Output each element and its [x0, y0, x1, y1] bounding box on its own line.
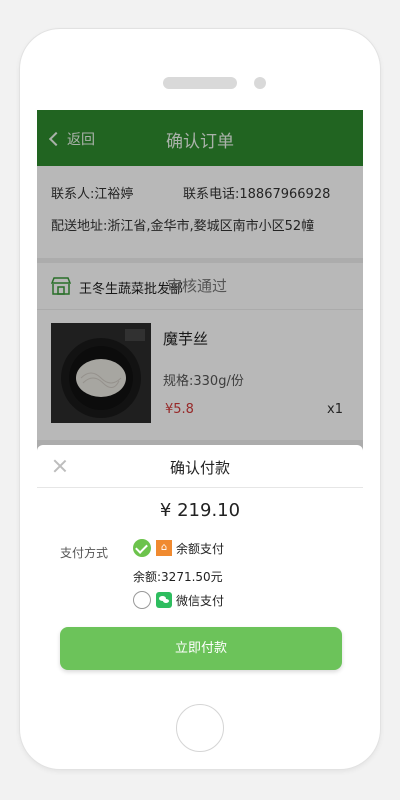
balance-amount: 余额:3271.50元 — [133, 570, 223, 584]
payment-option-wechat[interactable]: 微信支付 — [133, 591, 224, 609]
unchecked-radio-icon — [133, 591, 151, 609]
phone-speaker — [163, 77, 237, 89]
checked-icon — [133, 539, 151, 557]
option-label: 微信支付 — [176, 593, 225, 608]
pay-now-button[interactable]: 立即付款 — [60, 627, 342, 670]
divider — [37, 487, 363, 488]
payment-option-balance[interactable]: ⌂ 余额支付 — [133, 539, 224, 557]
app-screen: 返回 确认订单 联系人:江裕婷 联系电话:18867966928 配送地址:浙江… — [37, 110, 363, 686]
home-button[interactable] — [176, 704, 224, 752]
payment-amount: ¥ 219.10 — [159, 500, 241, 521]
phone-camera — [254, 77, 266, 89]
option-label: 余额支付 — [176, 541, 225, 556]
sheet-title: 确认付款 — [169, 459, 230, 477]
payment-sheet: 确认付款 ¥ 219.10 支付方式 ⌂ 余额支付 余额:3271.50元 微信… — [37, 445, 363, 686]
wechat-icon — [156, 592, 172, 608]
balance-icon: ⌂ — [156, 540, 172, 556]
payment-method-label: 支付方式 — [60, 546, 109, 560]
